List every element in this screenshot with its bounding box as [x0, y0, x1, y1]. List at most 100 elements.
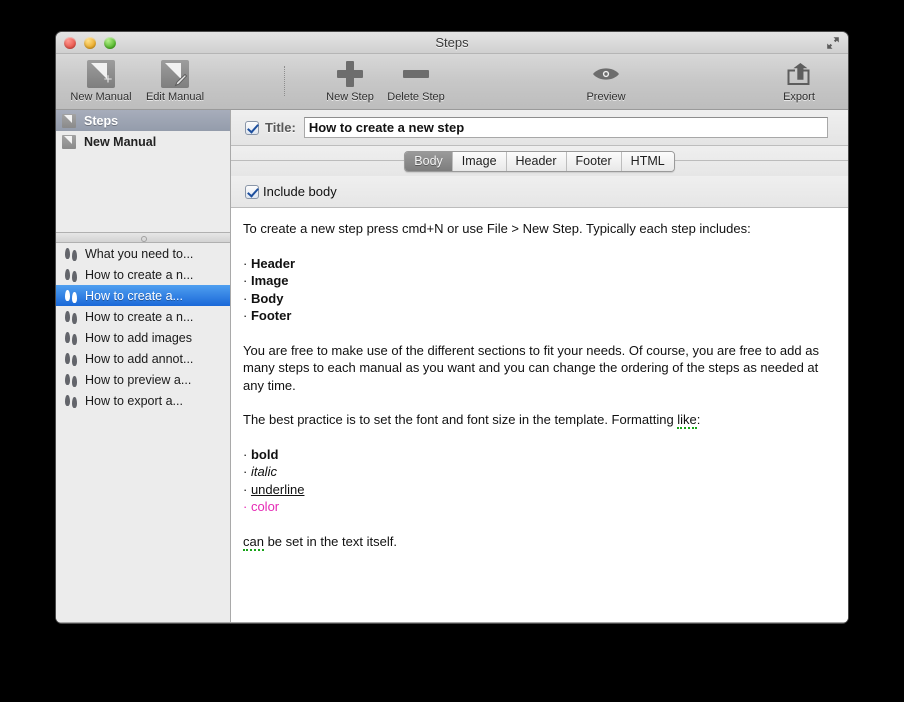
- toolbar-new-manual-label: New Manual: [70, 91, 132, 103]
- bullet-item: · Image: [243, 273, 289, 288]
- toolbar-export-button[interactable]: Export: [762, 59, 836, 103]
- new-manual-icon: +: [64, 59, 138, 89]
- footsteps-icon: [64, 394, 78, 408]
- zoom-button[interactable]: [104, 37, 116, 49]
- toolbar-new-step-label: New Step: [326, 91, 374, 103]
- sidebar-split-handle[interactable]: [56, 232, 230, 243]
- list-item[interactable]: How to create a n...: [56, 264, 230, 285]
- body-text-editor[interactable]: To create a new step press cmd+N or use …: [231, 208, 848, 622]
- include-body-row: Include body: [231, 176, 848, 208]
- bullet-label: Footer: [250, 308, 292, 323]
- footsteps-icon: [64, 352, 78, 366]
- eye-icon: [569, 59, 643, 89]
- bullet-item: · color: [243, 499, 280, 514]
- document-icon: [62, 113, 76, 128]
- tab-bar: Body Image Header Footer HTML: [404, 150, 675, 172]
- bullet-label: Image: [250, 273, 289, 288]
- manual-row-new-manual[interactable]: New Manual: [56, 131, 230, 152]
- spellcheck-word: like: [677, 412, 697, 429]
- edit-manual-icon: [138, 59, 212, 89]
- bullet-label: Header: [250, 255, 296, 271]
- toolbar-delete-step-button[interactable]: Delete Step: [379, 59, 453, 103]
- step-label: How to create a n...: [85, 309, 194, 324]
- body-paragraph-1: To create a new step press cmd+N or use …: [243, 221, 751, 236]
- bullet-item: · Footer: [243, 308, 292, 323]
- title-row: Title:: [231, 110, 848, 146]
- plus-icon: [313, 59, 387, 89]
- footsteps-icon: [64, 289, 78, 303]
- step-label: How to add annot...: [85, 351, 194, 366]
- main-pane: Title: Body Image Header Footer HTML Inc…: [231, 110, 848, 622]
- toolbar-separator: [284, 66, 285, 96]
- list-item[interactable]: How to create a n...: [56, 306, 230, 327]
- step-label: How to preview a...: [85, 372, 192, 387]
- window-titlebar: Steps: [56, 32, 848, 54]
- bullet-item: · bold: [243, 446, 279, 462]
- bullet-item: · Body: [243, 290, 284, 306]
- tab-body[interactable]: Body: [405, 151, 452, 171]
- list-item[interactable]: What you need to...: [56, 243, 230, 264]
- footsteps-icon: [64, 373, 78, 387]
- step-label: How to export a...: [85, 393, 183, 408]
- toolbar-preview-button[interactable]: Preview: [569, 59, 643, 103]
- bullet-label: Body: [250, 290, 284, 306]
- bullet-label-italic: italic: [250, 464, 277, 479]
- step-label: What you need to...: [85, 246, 194, 261]
- toolbar-new-step-button[interactable]: New Step: [313, 59, 387, 103]
- document-icon: [62, 134, 76, 149]
- tab-bar-container: Body Image Header Footer HTML: [231, 146, 848, 176]
- fullscreen-expand-icon[interactable]: [826, 36, 840, 50]
- footsteps-icon: [64, 268, 78, 282]
- pencil-badge-icon: [174, 73, 190, 89]
- section-bullet-list: · Header · Image · Body · Footer: [243, 255, 832, 325]
- spellcheck-word: can: [243, 533, 264, 551]
- toolbar-edit-manual-button[interactable]: Edit Manual: [138, 59, 212, 103]
- title-checkbox[interactable]: [245, 120, 259, 135]
- tab-footer[interactable]: Footer: [565, 151, 621, 171]
- title-field-label: Title:: [265, 120, 296, 135]
- minimize-button[interactable]: [84, 37, 96, 49]
- include-body-label: Include body: [263, 184, 337, 199]
- body-paragraph-2: You are free to make use of the differen…: [243, 342, 819, 393]
- footsteps-icon: [64, 310, 78, 324]
- toolbar-preview-label: Preview: [586, 91, 626, 103]
- list-item-selected[interactable]: How to create a...: [56, 285, 230, 306]
- bullet-item: · italic: [243, 464, 277, 479]
- sidebar: Steps New Manual What you need to... How…: [56, 110, 231, 622]
- manual-row-steps[interactable]: Steps: [56, 110, 230, 131]
- step-label: How to add images: [85, 330, 193, 345]
- include-body-checkbox[interactable]: [245, 184, 259, 199]
- bullet-item: · Header: [243, 255, 296, 271]
- body-paragraph-3: The best practice is to set the font and…: [243, 411, 832, 429]
- toolbar-edit-manual-label: Edit Manual: [145, 91, 205, 103]
- tab-image[interactable]: Image: [451, 151, 506, 171]
- manual-list[interactable]: Steps New Manual: [56, 110, 230, 232]
- window-title: Steps: [435, 35, 469, 50]
- list-item[interactable]: How to preview a...: [56, 369, 230, 390]
- close-button[interactable]: [64, 37, 76, 49]
- toolbar-new-manual-button[interactable]: + New Manual: [64, 59, 138, 103]
- format-bullet-list: · bold · italic · underline · color: [243, 446, 832, 516]
- step-list[interactable]: What you need to... How to create a n...…: [56, 243, 230, 622]
- manual-row-label: Steps: [84, 113, 119, 128]
- toolbar-export-label: Export: [783, 91, 815, 103]
- body-paragraph-4: can be set in the text itself.: [243, 533, 832, 551]
- bullet-label-color: color: [250, 499, 280, 514]
- list-item[interactable]: How to export a...: [56, 390, 230, 411]
- toolbar-delete-step-label: Delete Step: [387, 91, 445, 103]
- footsteps-icon: [64, 331, 78, 345]
- para3-tail: :: [696, 412, 701, 427]
- list-item[interactable]: How to add images: [56, 327, 230, 348]
- share-icon: [762, 59, 836, 89]
- tab-html[interactable]: HTML: [620, 151, 674, 171]
- step-label: How to create a...: [85, 288, 183, 303]
- bullet-label-underline: underline: [250, 481, 305, 497]
- minus-icon: [379, 59, 453, 89]
- tab-header[interactable]: Header: [505, 151, 566, 171]
- content-area: Steps New Manual What you need to... How…: [56, 110, 848, 622]
- list-item[interactable]: How to add annot...: [56, 348, 230, 369]
- title-input[interactable]: [303, 117, 828, 138]
- bullet-label-bold: bold: [250, 446, 279, 462]
- bottom-bar: Import From File... Add Link...: [56, 622, 848, 623]
- app-window: Steps + New Manual Edit Manual New Step …: [56, 32, 848, 623]
